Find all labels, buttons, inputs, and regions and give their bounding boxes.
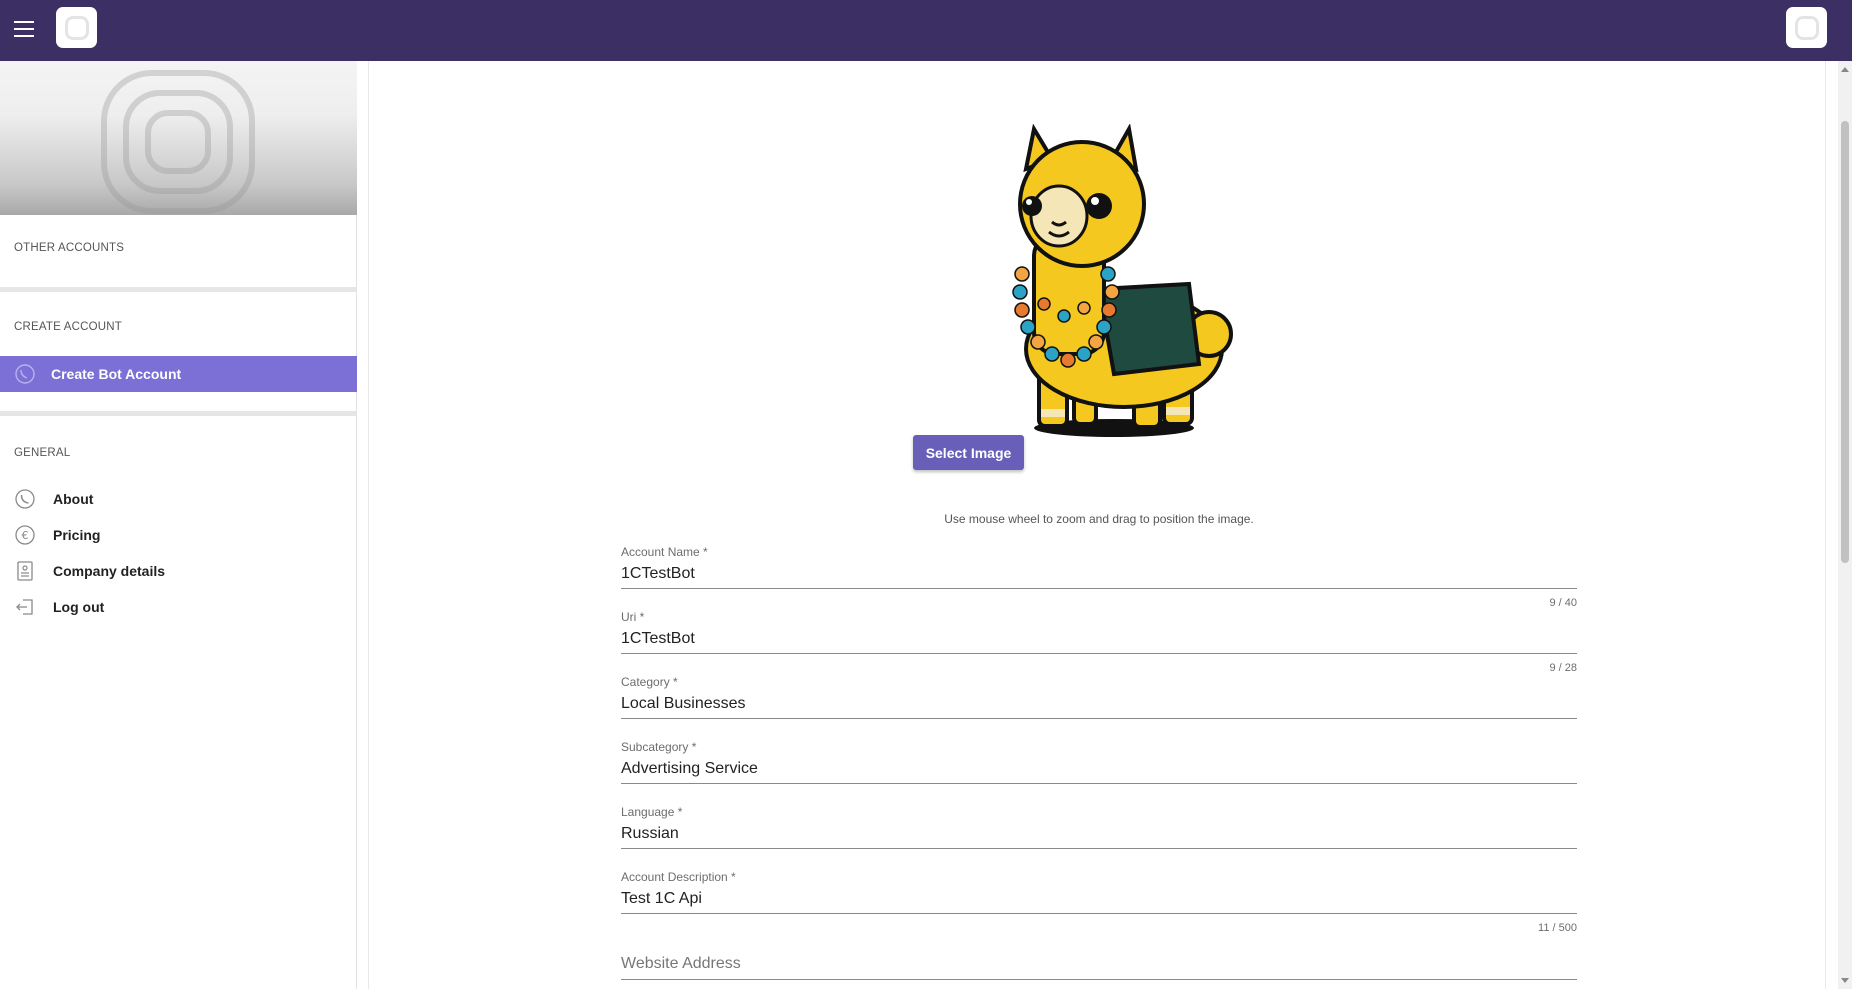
field-label: Account Name * [621, 545, 708, 559]
phone-icon [14, 488, 36, 510]
field-label: Account Description * [621, 870, 736, 884]
website-address-field[interactable]: Website Address [621, 954, 1577, 980]
field-underline [621, 653, 1577, 654]
uri-field[interactable]: Uri * 1CTestBot 9 / 28 [621, 610, 1577, 674]
account-name-field[interactable]: Account Name * 1CTestBot 9 / 40 [621, 545, 1577, 609]
field-label: Language * [621, 805, 683, 819]
field-label: Category * [621, 675, 678, 689]
sidebar-item-log-out[interactable]: Log out [0, 592, 357, 622]
field-underline [621, 718, 1577, 719]
other-accounts-heading: OTHER ACCOUNTS [14, 242, 125, 254]
company-icon [14, 560, 36, 582]
page-scrollbar[interactable] [1838, 61, 1852, 989]
account-description-field[interactable]: Account Description * Test 1C Api 11 / 5… [621, 870, 1577, 934]
account-cover-image [0, 61, 357, 215]
cover-logo-icon [101, 70, 255, 214]
euro-icon: € [14, 524, 36, 546]
select-image-button[interactable]: Select Image [913, 435, 1024, 470]
char-counter: 9 / 40 [1549, 597, 1577, 609]
sidebar-item-company-details[interactable]: Company details [0, 556, 357, 586]
menu-icon[interactable] [14, 21, 34, 37]
scroll-up-icon[interactable] [1841, 67, 1849, 72]
char-counter: 11 / 500 [1538, 922, 1577, 934]
field-label: Subcategory * [621, 740, 697, 754]
svg-text:€: € [22, 529, 29, 542]
sidebar-item-label: Company details [53, 563, 166, 579]
language-select[interactable]: Language * Russian [621, 805, 1577, 849]
sidebar-item-pricing[interactable]: € Pricing [0, 520, 357, 550]
sidebar-item-label: Create Bot Account [51, 366, 182, 382]
logout-icon [14, 596, 36, 618]
divider [0, 411, 357, 416]
field-value[interactable]: 1CTestBot [621, 564, 1577, 584]
app-logo-icon[interactable] [56, 7, 97, 48]
divider [0, 287, 357, 292]
general-heading: GENERAL [14, 447, 71, 459]
sidebar-item-label: Log out [53, 599, 105, 615]
field-value[interactable]: Local Businesses [621, 694, 1577, 714]
scrollbar-thumb[interactable] [1841, 121, 1849, 563]
char-counter: 9 / 28 [1549, 662, 1577, 674]
top-app-bar [0, 0, 1852, 61]
create-account-heading: CREATE ACCOUNT [14, 321, 123, 333]
category-select[interactable]: Category * Local Businesses [621, 675, 1577, 719]
subcategory-select[interactable]: Subcategory * Advertising Service [621, 740, 1577, 784]
account-avatar-icon[interactable] [1786, 7, 1827, 48]
field-label: Uri * [621, 610, 645, 624]
sidebar: OTHER ACCOUNTS CREATE ACCOUNT Create Bot… [0, 61, 357, 989]
field-value[interactable]: 1CTestBot [621, 629, 1577, 649]
image-hint: Use mouse wheel to zoom and drag to posi… [944, 512, 1254, 526]
sidebar-item-create-bot-account[interactable]: Create Bot Account [0, 356, 357, 392]
field-value[interactable]: Advertising Service [621, 759, 1577, 779]
field-underline [621, 783, 1577, 784]
field-underline [621, 588, 1577, 589]
sidebar-item-about[interactable]: About [0, 484, 357, 514]
sidebar-item-label: Pricing [53, 527, 101, 543]
scroll-down-icon[interactable] [1841, 978, 1849, 983]
field-underline [621, 979, 1577, 980]
field-placeholder[interactable]: Website Address [621, 954, 1577, 974]
field-value[interactable]: Russian [621, 824, 1577, 844]
sidebar-item-label: About [53, 491, 94, 507]
field-value[interactable]: Test 1C Api [621, 889, 1577, 909]
field-underline [621, 848, 1577, 849]
viber-icon [14, 363, 36, 385]
account-avatar-image[interactable] [1004, 124, 1244, 444]
field-underline [621, 913, 1577, 914]
